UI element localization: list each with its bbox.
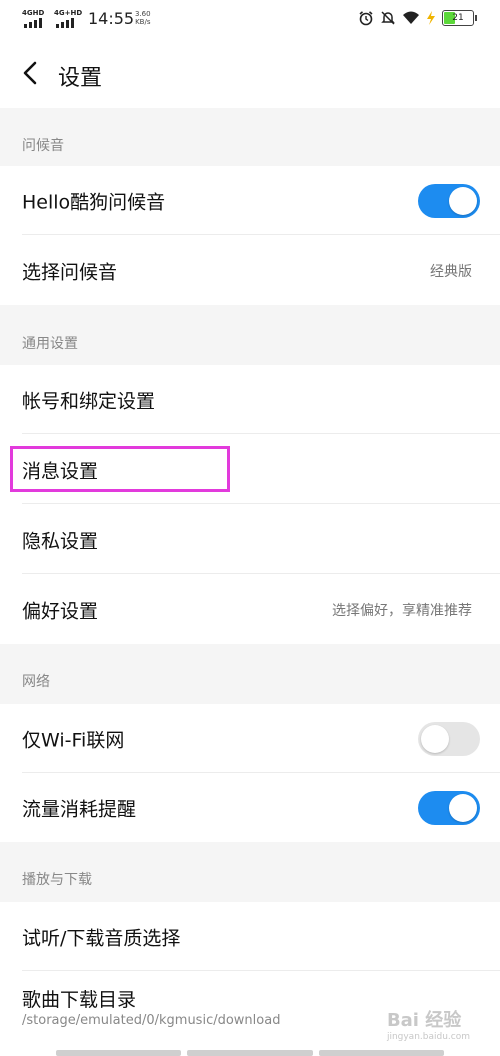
setting-preference[interactable]: 偏好设置 选择偏好，享精准推荐: [0, 575, 500, 644]
speed-unit: KB/s: [135, 18, 151, 26]
setting-choose-greeting[interactable]: 选择问候音 经典版: [0, 236, 500, 305]
watermark: Bai 经验 jingyan.baidu.com: [387, 1006, 470, 1042]
wifi-only-toggle[interactable]: [418, 721, 480, 756]
section-playback: 播放与下载: [0, 842, 500, 902]
section-label: 问候音: [22, 138, 64, 154]
setting-label: 选择问候音: [22, 261, 118, 283]
charging-icon: [427, 11, 435, 25]
setting-label: 帐号和绑定设置: [22, 390, 156, 412]
watermark-url: jingyan.baidu.com: [386, 1032, 470, 1042]
signal-icon-1: [24, 18, 42, 28]
section-network: 网络: [0, 644, 500, 704]
section-greeting: 问候音: [0, 108, 500, 166]
setting-wifi-only[interactable]: 仅Wi-Fi联网: [0, 704, 500, 773]
wifi-icon: [403, 11, 419, 24]
network-speed: 3.60 KB/s: [135, 10, 151, 26]
hello-greeting-toggle[interactable]: [418, 183, 480, 218]
setting-label: Hello酷狗问候音: [22, 191, 166, 213]
signal-icon-2: [56, 18, 74, 28]
setting-label: 流量消耗提醒: [22, 798, 137, 820]
setting-traffic-reminder[interactable]: 流量消耗提醒: [0, 773, 500, 842]
setting-value: /storage/emulated/0/kgmusic/download: [22, 1013, 281, 1028]
speed-value: 3.60: [135, 10, 151, 18]
setting-privacy[interactable]: 隐私设置: [0, 505, 500, 574]
setting-label: 偏好设置: [22, 600, 99, 622]
status-icons: 21: [358, 10, 477, 26]
mute-bell-icon: [381, 11, 395, 25]
clock: 14:55: [88, 9, 135, 28]
section-general: 通用设置: [0, 305, 500, 365]
section-label: 播放与下载: [22, 872, 92, 888]
traffic-reminder-toggle[interactable]: [418, 790, 480, 825]
setting-value: 选择偏好，享精准推荐: [332, 602, 472, 619]
highlight-box: [10, 446, 230, 492]
alarm-icon: [359, 11, 373, 26]
nav-bar: [0, 1050, 500, 1056]
setting-value: 经典版: [430, 263, 472, 280]
setting-account-binding[interactable]: 帐号和绑定设置: [0, 365, 500, 434]
setting-hello-greeting[interactable]: Hello酷狗问候音: [0, 166, 500, 235]
section-label: 网络: [22, 674, 50, 690]
battery-level: 21: [452, 13, 464, 23]
page-title: 设置: [58, 66, 103, 91]
setting-label: 歌曲下载目录: [22, 989, 137, 1011]
status-bar: 4GHD 4G+HD 14:55 3.60 KB/s 21: [0, 0, 500, 40]
signal-label-2: 4G+HD: [54, 9, 83, 17]
signal-label-1: 4GHD: [22, 9, 45, 17]
setting-label: 试听/下载音质选择: [22, 927, 181, 949]
section-label: 通用设置: [22, 336, 78, 352]
setting-label: 隐私设置: [22, 530, 99, 552]
setting-audio-quality[interactable]: 试听/下载音质选择: [0, 902, 500, 971]
watermark-brand: Bai 经验: [386, 1010, 462, 1031]
header: 设置: [0, 40, 500, 108]
back-arrow-icon[interactable]: [18, 60, 44, 86]
battery-icon: 21: [442, 10, 477, 26]
setting-label: 仅Wi-Fi联网: [22, 729, 125, 751]
